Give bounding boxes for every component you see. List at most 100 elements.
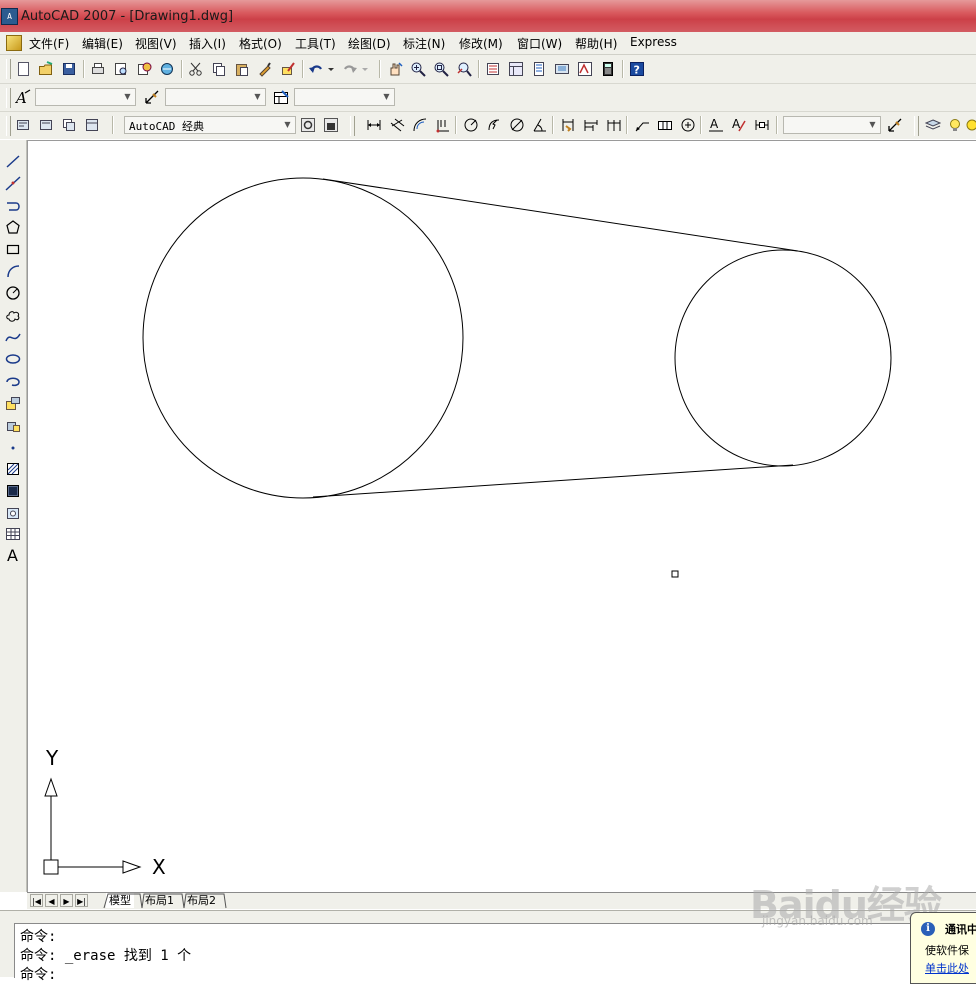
polyline-icon[interactable] (3, 196, 22, 215)
toolbar-grip[interactable] (914, 116, 919, 136)
ellipse-arc-icon[interactable] (3, 371, 22, 390)
toolbar-grip[interactable] (6, 116, 11, 136)
make-block-icon[interactable] (3, 415, 22, 434)
arc-length-icon[interactable] (411, 116, 429, 134)
properties-icon[interactable] (484, 60, 502, 78)
dimension-style-icon[interactable] (143, 88, 161, 106)
dimension-edit-icon[interactable]: A (707, 116, 725, 134)
continue-dimension-icon[interactable] (605, 116, 623, 134)
menu-view[interactable]: 视图(V) (135, 35, 177, 52)
dimension-style-select[interactable]: ▼ (165, 88, 266, 106)
workspace-layout-icon[interactable] (60, 116, 78, 134)
large-pulley-circle[interactable] (142, 177, 464, 499)
previous-tab-button[interactable]: ◀ (45, 894, 58, 907)
rectangle-icon[interactable] (3, 239, 22, 258)
menu-window[interactable]: 窗口(W) (517, 35, 562, 52)
layer-freeze-icon[interactable] (964, 116, 976, 134)
center-mark-icon[interactable] (679, 116, 697, 134)
workspace-settings-gear-icon[interactable] (299, 116, 317, 134)
menu-format[interactable]: 格式(O) (239, 35, 282, 52)
menu-help[interactable]: 帮助(H) (575, 35, 617, 52)
block-editor-icon[interactable] (279, 60, 297, 78)
autocad-app-icon[interactable]: A (1, 8, 18, 25)
command-history[interactable]: 命令: 命令: _erase 找到 1 个 命令: (14, 923, 976, 983)
point-icon[interactable] (3, 438, 22, 457)
menu-express[interactable]: Express (630, 35, 677, 49)
3d-dwf-icon[interactable] (158, 60, 176, 78)
dimension-update-box-icon[interactable] (753, 116, 771, 134)
redo-dropdown-icon[interactable] (360, 60, 370, 78)
design-center-icon[interactable] (507, 60, 525, 78)
toolbar-grip[interactable] (6, 88, 11, 108)
tolerance-icon[interactable] (656, 116, 674, 134)
calculator-icon[interactable] (599, 60, 617, 78)
construction-line-icon[interactable] (3, 173, 22, 192)
plot-preview-icon[interactable] (112, 60, 130, 78)
toolbar-grip[interactable] (350, 116, 355, 136)
copy-icon[interactable] (210, 60, 228, 78)
workspace-panel-icon[interactable] (83, 116, 101, 134)
menu-edit[interactable]: 编辑(E) (82, 35, 123, 52)
publish-icon[interactable] (135, 60, 153, 78)
zoom-realtime-icon[interactable] (409, 60, 427, 78)
ordinate-dimension-icon[interactable] (434, 116, 452, 134)
document-icon[interactable] (6, 35, 22, 51)
help-icon[interactable]: ? (628, 60, 646, 78)
cut-icon[interactable] (187, 60, 205, 78)
spline-icon[interactable] (3, 327, 22, 346)
polygon-icon[interactable] (3, 217, 22, 236)
insert-block-icon[interactable] (3, 393, 22, 412)
layer-select[interactable]: ▼ (783, 116, 881, 134)
layer-on-bulb-icon[interactable] (946, 116, 964, 134)
toolbar-grip[interactable] (6, 59, 11, 79)
angular-dimension-icon[interactable] (531, 116, 549, 134)
quick-dimension-icon[interactable] (559, 116, 577, 134)
undo-icon[interactable] (307, 60, 325, 78)
revision-cloud-icon[interactable] (3, 305, 22, 324)
text-style-select[interactable]: ▼ (35, 88, 136, 106)
command-prompt[interactable]: 命令: (20, 964, 56, 984)
paste-icon[interactable] (233, 60, 251, 78)
table-style-select[interactable]: ▼ (294, 88, 395, 106)
first-tab-button[interactable]: |◀ (30, 894, 43, 907)
dimension-update-icon[interactable] (886, 116, 904, 134)
table-icon[interactable] (3, 524, 22, 543)
tool-palettes-icon[interactable] (530, 60, 548, 78)
drawing-area[interactable]: Y X (27, 140, 976, 893)
undo-dropdown-icon[interactable] (326, 60, 336, 78)
ellipse-icon[interactable] (3, 349, 22, 368)
jogged-dimension-icon[interactable] (485, 116, 503, 134)
markup-icon[interactable] (576, 60, 594, 78)
small-pulley-circle[interactable] (674, 249, 892, 467)
last-tab-button[interactable]: ▶| (75, 894, 88, 907)
menu-draw[interactable]: 绘图(D) (348, 35, 391, 52)
lower-belt-line[interactable] (312, 464, 794, 498)
new-icon[interactable] (14, 60, 32, 78)
hatch-icon[interactable] (3, 459, 22, 478)
linear-dimension-icon[interactable] (365, 116, 383, 134)
sheet-set-icon[interactable] (553, 60, 571, 78)
balloon-link[interactable]: 单击此处 (925, 960, 969, 976)
next-tab-button[interactable]: ▶ (60, 894, 73, 907)
menu-modify[interactable]: 修改(M) (459, 35, 503, 52)
diameter-dimension-icon[interactable] (508, 116, 526, 134)
zoom-previous-icon[interactable] (455, 60, 473, 78)
text-style-icon[interactable]: A (14, 88, 32, 106)
baseline-dimension-icon[interactable] (582, 116, 600, 134)
pan-icon[interactable] (386, 60, 404, 78)
menu-file[interactable]: 文件(F) (29, 35, 69, 52)
layer-manager-icon[interactable] (924, 116, 942, 134)
workspace-save-icon[interactable] (37, 116, 55, 134)
radius-dimension-icon[interactable] (462, 116, 480, 134)
upper-belt-line[interactable] (322, 178, 799, 252)
quick-leader-icon[interactable] (633, 116, 651, 134)
redo-icon[interactable] (341, 60, 359, 78)
arc-icon[interactable] (3, 261, 22, 280)
plot-icon[interactable] (89, 60, 107, 78)
workspace-lock-icon[interactable] (322, 116, 340, 134)
zoom-window-icon[interactable] (432, 60, 450, 78)
save-icon[interactable] (60, 60, 78, 78)
workspace-select[interactable]: AutoCAD 经典 ▼ (124, 116, 296, 134)
aligned-dimension-icon[interactable] (388, 116, 406, 134)
notification-balloon[interactable]: i 通讯中 使软件保 单击此处 (910, 912, 976, 984)
